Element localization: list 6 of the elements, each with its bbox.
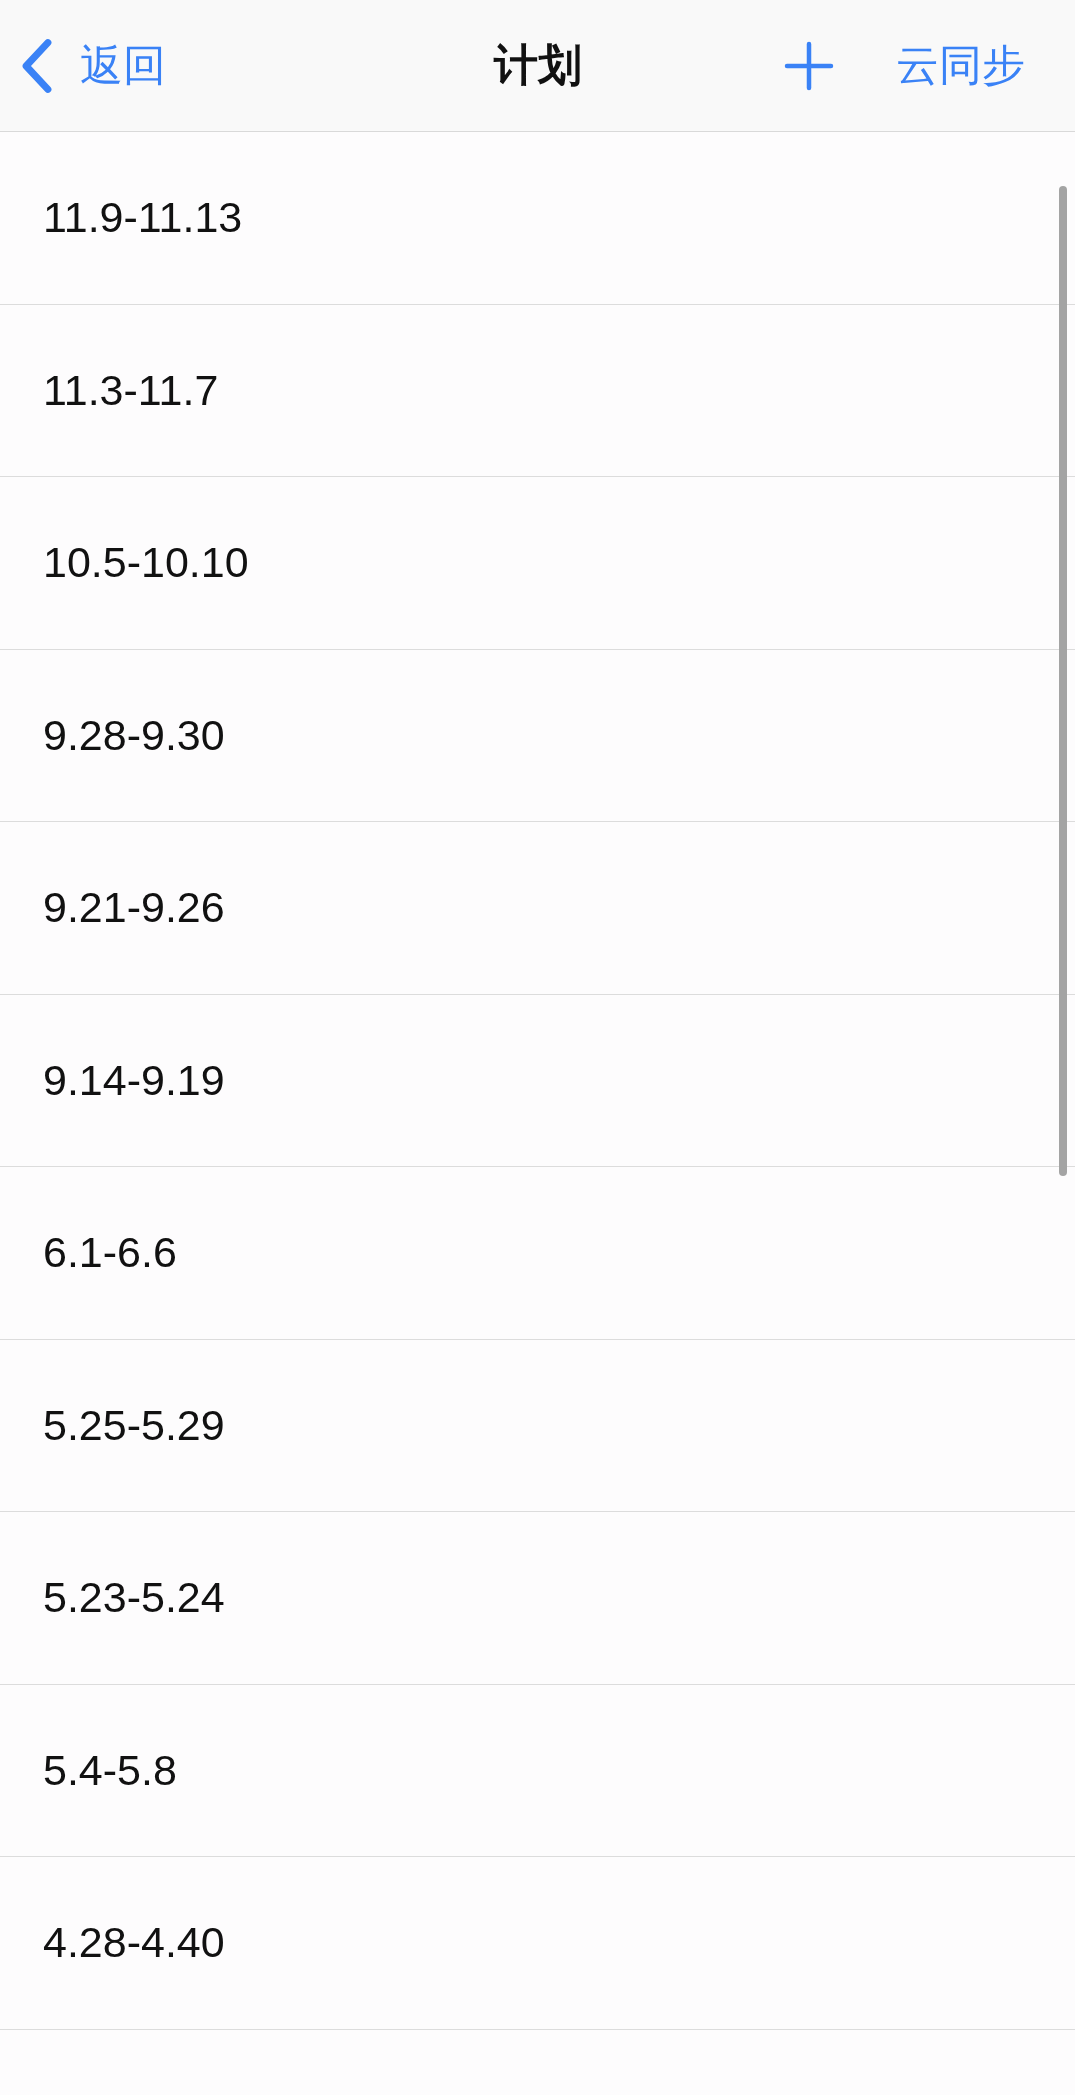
add-button[interactable] [784, 40, 834, 91]
cloud-sync-button[interactable]: 云同步 [896, 41, 1025, 90]
plus-icon [784, 40, 834, 91]
chevron-left-icon [20, 37, 54, 94]
page-title: 计划 [493, 41, 582, 90]
back-button[interactable]: 返回 [20, 37, 166, 94]
